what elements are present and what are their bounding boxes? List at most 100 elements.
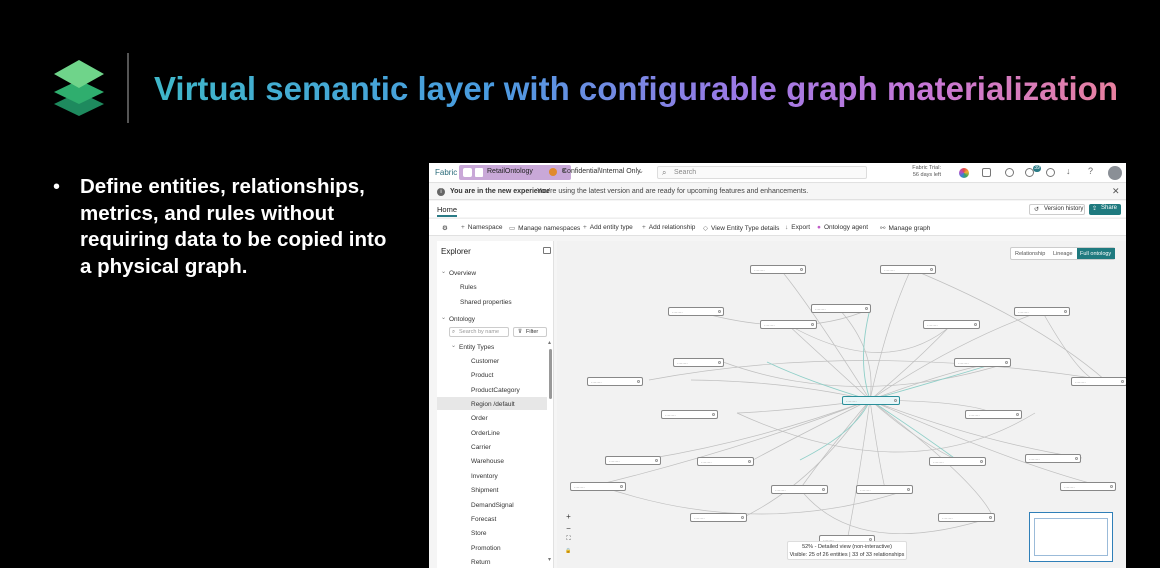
filter-button[interactable]: ⊽ Filter xyxy=(513,327,547,337)
sensitivity-icon xyxy=(549,168,557,176)
graph-node[interactable]: ········ xyxy=(587,377,643,386)
view-toggle[interactable]: Relationship Lineage Full ontology xyxy=(1010,247,1115,260)
entity-item[interactable]: Carrier xyxy=(471,444,491,451)
add-entity-type-button[interactable]: + Add entity type xyxy=(583,224,633,231)
scroll-up-icon[interactable]: ▴ xyxy=(548,339,551,346)
graph-node[interactable]: ········ xyxy=(856,485,913,494)
graph-node[interactable]: ········ xyxy=(570,482,626,491)
avatar[interactable] xyxy=(1108,166,1122,180)
lock-button[interactable]: 🔒 xyxy=(564,548,573,554)
plus-icon: + xyxy=(642,224,646,231)
ontology-graph-canvas[interactable]: Relationship Lineage Full ontology ·····… xyxy=(557,241,1126,568)
entity-item[interactable]: Shipment xyxy=(471,487,498,494)
tree-entity-types[interactable]: Entity Types xyxy=(459,344,494,351)
entity-item[interactable]: Warehouse xyxy=(471,458,504,465)
graph-node[interactable]: ········ xyxy=(605,456,661,465)
explorer-search-input[interactable]: ⌕ Search by name xyxy=(449,327,509,337)
graph-node[interactable]: ········ xyxy=(673,358,724,367)
bullet-text: Define entities, relationships, metrics,… xyxy=(80,175,387,278)
view-full-ontology[interactable]: Full ontology xyxy=(1080,251,1111,257)
chevron-down-icon[interactable]: ⌄ xyxy=(451,342,456,349)
manage-graph-button[interactable]: ⚯ Manage graph xyxy=(880,224,930,232)
graph-node[interactable]: ········ xyxy=(1071,377,1126,386)
entity-item[interactable]: OrderLine xyxy=(471,430,500,437)
fabric-brand[interactable]: Fabric xyxy=(435,168,457,177)
search-input[interactable]: ⌕ Search xyxy=(657,166,867,179)
entity-item[interactable]: DemandSignal xyxy=(471,502,514,509)
graph-node[interactable]: ········ xyxy=(1060,482,1116,491)
copilot-icon[interactable] xyxy=(959,168,969,178)
view-entity-type-details-button[interactable]: ◇ View Entity Type details xyxy=(703,224,779,232)
panel-icon[interactable] xyxy=(982,168,991,177)
help-icon[interactable]: ? xyxy=(1088,166,1097,176)
zoom-out-button[interactable]: − xyxy=(564,524,573,533)
namespace-button[interactable]: + Namespace xyxy=(461,224,502,231)
entity-item-selected[interactable]: Region /default xyxy=(471,401,515,408)
info-banner: i You are in the new experience You're u… xyxy=(429,184,1126,200)
cube-icon: ◇ xyxy=(703,225,708,232)
close-icon[interactable]: ✕ xyxy=(1112,186,1120,197)
graph-node[interactable]: ········ xyxy=(923,320,980,329)
scroll-down-icon[interactable]: ▾ xyxy=(548,556,551,563)
graph-node[interactable]: ········ xyxy=(661,410,718,419)
download-icon[interactable]: ↓ xyxy=(1066,166,1075,176)
chevron-down-icon[interactable]: ⌄ xyxy=(441,268,446,275)
info-title: You are in the new experience xyxy=(450,188,550,195)
settings-icon[interactable] xyxy=(1046,168,1055,177)
tree-rules[interactable]: Rules xyxy=(460,284,477,291)
ontology-agent-button[interactable]: ● Ontology agent xyxy=(817,224,868,231)
ontology-icon xyxy=(475,168,483,177)
graph-node[interactable]: ········ xyxy=(690,513,747,522)
tree-overview[interactable]: Overview xyxy=(449,270,476,277)
explorer-scrollbar[interactable] xyxy=(549,349,552,399)
filter-label: Filter xyxy=(526,329,539,335)
share-button[interactable]: ⇪ Share xyxy=(1089,204,1121,215)
tree-ontology[interactable]: Ontology xyxy=(449,316,475,323)
search-icon: ⌕ xyxy=(452,329,456,335)
graph-node[interactable]: ········ xyxy=(771,485,828,494)
graph-node[interactable]: ········ xyxy=(811,304,871,313)
graph-node[interactable]: ········ xyxy=(1025,454,1081,463)
entity-item[interactable]: Forecast xyxy=(471,516,496,523)
graph-node[interactable]: ········ xyxy=(668,307,724,316)
entity-item[interactable]: Return xyxy=(471,559,491,566)
entity-item[interactable]: ProductCategory xyxy=(471,387,520,394)
manage-namespaces-button[interactable]: ▭ Manage namespaces xyxy=(509,224,580,232)
settings-gear-icon[interactable]: ⚙ xyxy=(442,224,448,232)
fit-view-button[interactable]: ⛶ xyxy=(564,536,573,543)
entity-item[interactable]: Inventory xyxy=(471,473,498,480)
graph-node[interactable]: ········ xyxy=(697,457,754,466)
graph-node[interactable]: ········ xyxy=(880,265,936,274)
graph-node-region-selected[interactable]: ········ xyxy=(842,396,900,405)
history-icon: ↺ xyxy=(1034,207,1040,213)
entity-item[interactable]: Customer xyxy=(471,358,499,365)
entity-item[interactable]: Store xyxy=(471,530,487,537)
version-history-button[interactable]: ↺ Version history xyxy=(1029,204,1085,215)
graph-node[interactable]: ········ xyxy=(954,358,1011,367)
graph-node[interactable]: ········ xyxy=(760,320,817,329)
tree-shared-properties[interactable]: Shared properties xyxy=(460,299,512,306)
graph-node[interactable]: ········ xyxy=(965,410,1022,419)
chevron-down-icon[interactable]: ⌄ xyxy=(441,314,446,321)
entity-item[interactable]: Order xyxy=(471,415,488,422)
view-relationship[interactable]: Relationship xyxy=(1015,251,1045,257)
graph-node[interactable]: ········ xyxy=(1014,307,1070,316)
view-lineage[interactable]: Lineage xyxy=(1053,251,1073,257)
tab-home[interactable]: Home xyxy=(437,205,458,217)
collapse-panel-icon[interactable] xyxy=(543,247,551,254)
zoom-in-button[interactable]: + xyxy=(564,512,573,521)
minimap-viewport[interactable] xyxy=(1034,518,1108,556)
graph-node[interactable]: ········ xyxy=(750,265,806,274)
info-message: You're using the latest version and are … xyxy=(537,188,809,195)
top-bar: Fabric RetailOntology ✕ Confidential\Int… xyxy=(429,163,1126,183)
notifications-icon[interactable] xyxy=(1005,168,1014,177)
bell-icon[interactable] xyxy=(1025,168,1034,177)
graph-node[interactable]: ········ xyxy=(938,513,995,522)
entity-item[interactable]: Product xyxy=(471,372,493,379)
entity-item[interactable]: Promotion xyxy=(471,545,501,552)
graph-node[interactable]: ········ xyxy=(929,457,986,466)
add-relationship-button[interactable]: + Add relationship xyxy=(642,224,695,231)
graph-minimap[interactable] xyxy=(1029,512,1113,562)
export-button[interactable]: ↓ Export xyxy=(785,224,810,231)
toolbar: ⚙ + Namespace ▭ Manage namespaces + Add ent… xyxy=(429,218,1126,236)
